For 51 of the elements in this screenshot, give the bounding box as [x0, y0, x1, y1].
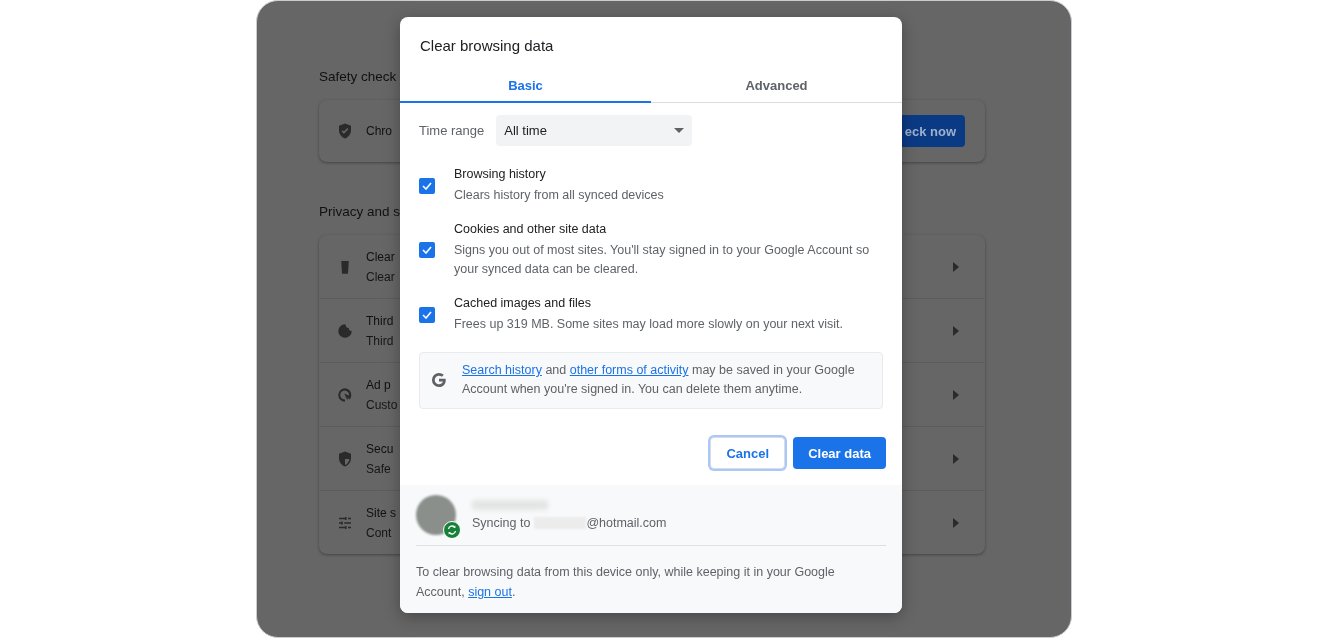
- checkmark-icon: [422, 246, 432, 254]
- row-label: Ad p: [366, 377, 391, 392]
- row-sublabel: Clear: [366, 269, 395, 284]
- dialog-title: Clear browsing data: [419, 36, 555, 56]
- time-range-dropdown[interactable]: All time: [496, 115, 693, 146]
- google-g-icon: [430, 371, 448, 389]
- checkmark-icon: [422, 310, 432, 319]
- arrow-right-icon[interactable]: [953, 389, 959, 400]
- row-sublabel: Safe: [366, 461, 391, 476]
- row-label: Chro: [366, 124, 392, 138]
- checkbox[interactable]: [419, 306, 435, 323]
- row-label: Third: [366, 313, 394, 328]
- row-sublabel: Third: [366, 333, 394, 348]
- section-title: Safety check: [319, 69, 397, 84]
- sign-out-note: To clear browsing data from this device only, while keeping it in your Google Account, sign out.: [416, 564, 836, 601]
- arrow-right-icon[interactable]: [953, 517, 959, 528]
- cursor-target-icon: [336, 385, 354, 404]
- row-label: Secu: [366, 441, 394, 456]
- arrow-right-icon[interactable]: [953, 453, 959, 464]
- arrow-right-icon[interactable]: [953, 325, 959, 336]
- option-description: Signs you out of most sites. You'll stay signed in to your Google Account so your synced data can be cleared.: [454, 242, 871, 278]
- text-link[interactable]: other forms of activity: [569, 363, 689, 377]
- option-description: Clears history from all synced devices: [454, 187, 664, 204]
- sync-status: Syncing to: [472, 516, 531, 530]
- row-label: Clear: [366, 249, 395, 264]
- arrow-right-icon[interactable]: [953, 261, 959, 272]
- cookie-icon: [336, 321, 354, 340]
- option-title: Cookies and other site data: [454, 221, 608, 237]
- tab[interactable]: Basic: [400, 69, 651, 103]
- shield-check-icon: [336, 122, 354, 140]
- option-title: Cached images and files: [454, 295, 592, 311]
- info-text: Search history and other forms of activity may be saved in your Google Account when you're signed in. You can delete them anytime.: [462, 362, 856, 398]
- shield-icon: [336, 449, 354, 468]
- tab[interactable]: Advanced: [651, 69, 902, 103]
- avatar-placeholder: [416, 495, 456, 535]
- time-range-label: Time range: [419, 123, 485, 138]
- cancel-button[interactable]: Cancel: [710, 437, 786, 469]
- row-label: Site s: [366, 505, 396, 520]
- row-sublabel: Cont: [366, 525, 392, 540]
- email-domain: @hotmail.com: [586, 516, 667, 530]
- caret-icon: [674, 128, 685, 133]
- text-link[interactable]: sign out: [468, 585, 512, 599]
- text-link[interactable]: Search history: [462, 363, 542, 377]
- checkbox[interactable]: [419, 177, 435, 194]
- row-sublabel: Custo: [366, 397, 398, 412]
- option-title: Browsing history: [454, 166, 547, 182]
- checkmark-icon: [422, 181, 432, 190]
- clear-data-button[interactable]: Clear data: [793, 437, 886, 469]
- option-description: Frees up 319 MB. Some sites may load more slowly on your next visit.: [454, 316, 844, 333]
- checkbox[interactable]: [419, 242, 435, 258]
- section-title: Privacy and s: [319, 204, 401, 219]
